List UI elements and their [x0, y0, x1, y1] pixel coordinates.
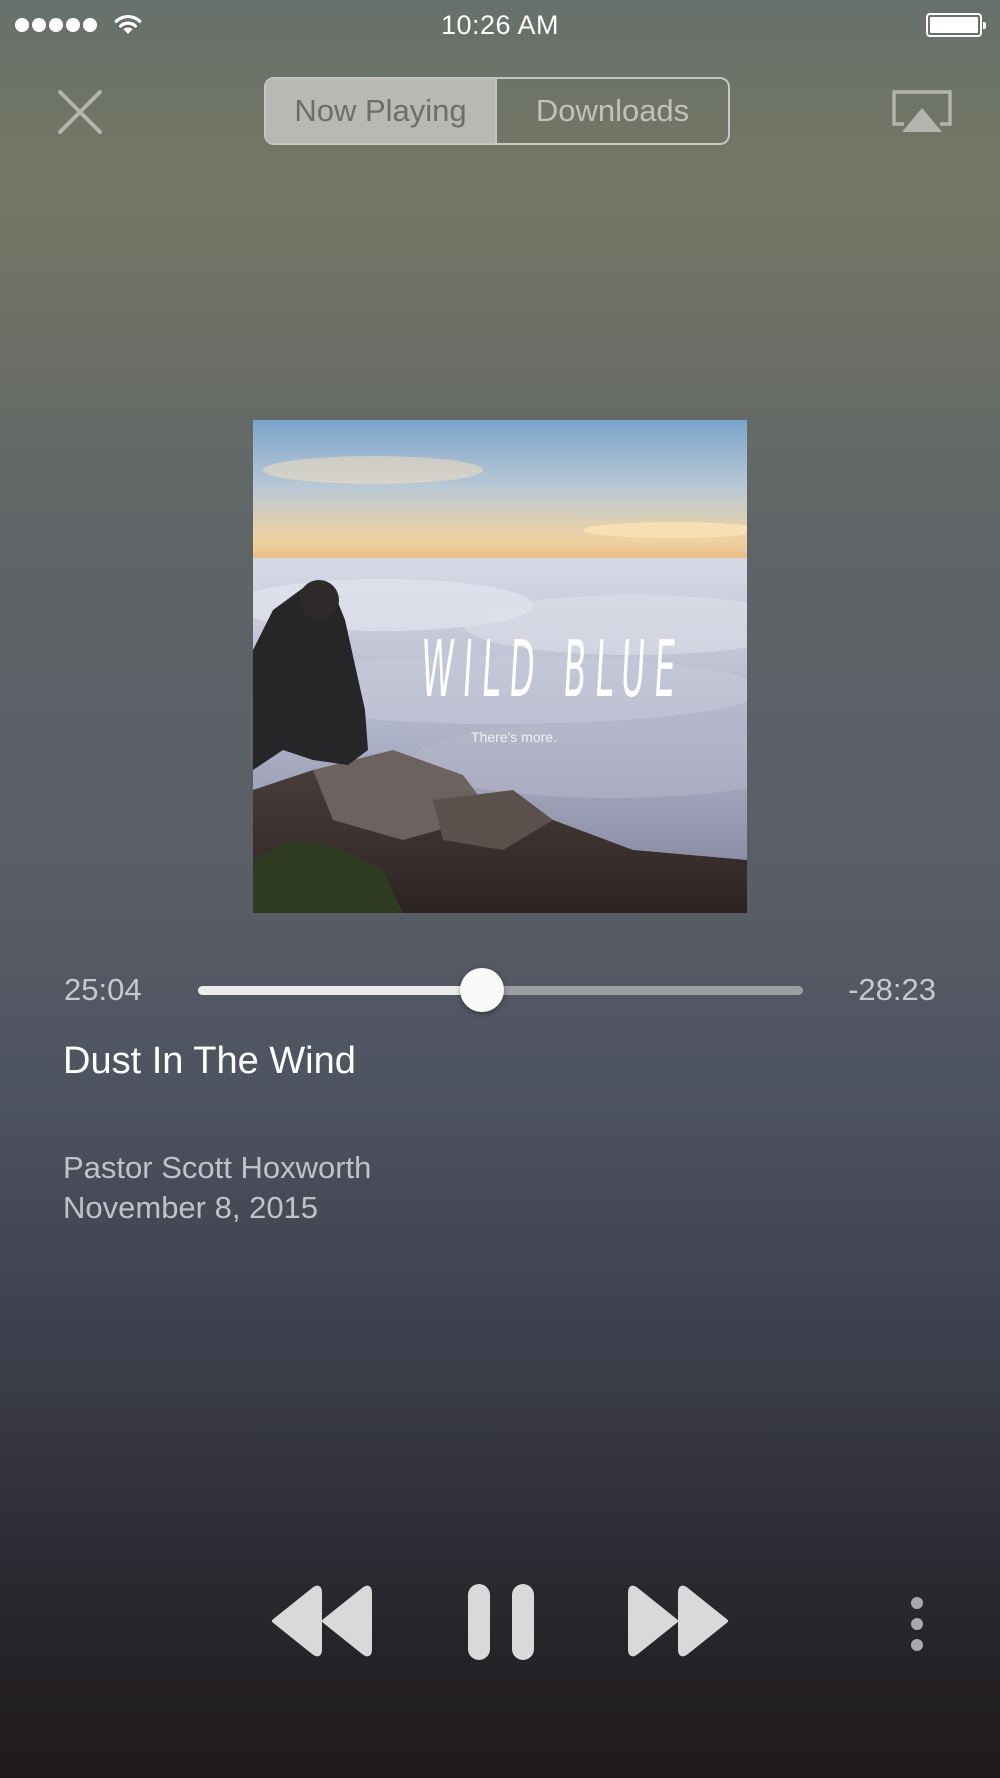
album-artwork: WILD BLUE There's more. [253, 420, 747, 913]
elapsed-time: 25:04 [64, 972, 142, 1007]
status-bar: 10:26 AM [0, 0, 1000, 50]
pause-icon[interactable] [466, 1582, 536, 1662]
airplay-icon[interactable] [890, 88, 954, 136]
progress-played [198, 986, 482, 995]
progress-thumb[interactable] [459, 968, 504, 1012]
fast-forward-icon[interactable] [626, 1585, 730, 1657]
speaker-name: Pastor Scott Hoxworth [63, 1150, 372, 1185]
track-title: Dust In The Wind [63, 1040, 356, 1082]
remaining-time: -28:23 [848, 972, 936, 1007]
sermon-date: November 8, 2015 [63, 1190, 319, 1225]
rewind-icon[interactable] [270, 1585, 374, 1657]
artwork-title: WILD BLUE [418, 625, 687, 715]
tab-now-playing[interactable]: Now Playing [266, 79, 495, 143]
status-time: 10:26 AM [440, 10, 560, 40]
close-icon[interactable] [56, 88, 104, 136]
tab-downloads[interactable]: Downloads [495, 79, 728, 143]
segmented-control: Now Playing Downloads [264, 77, 730, 145]
more-vertical-icon[interactable] [902, 1596, 932, 1652]
battery-icon [926, 13, 986, 37]
artwork-subtitle: There's more. [471, 729, 557, 745]
